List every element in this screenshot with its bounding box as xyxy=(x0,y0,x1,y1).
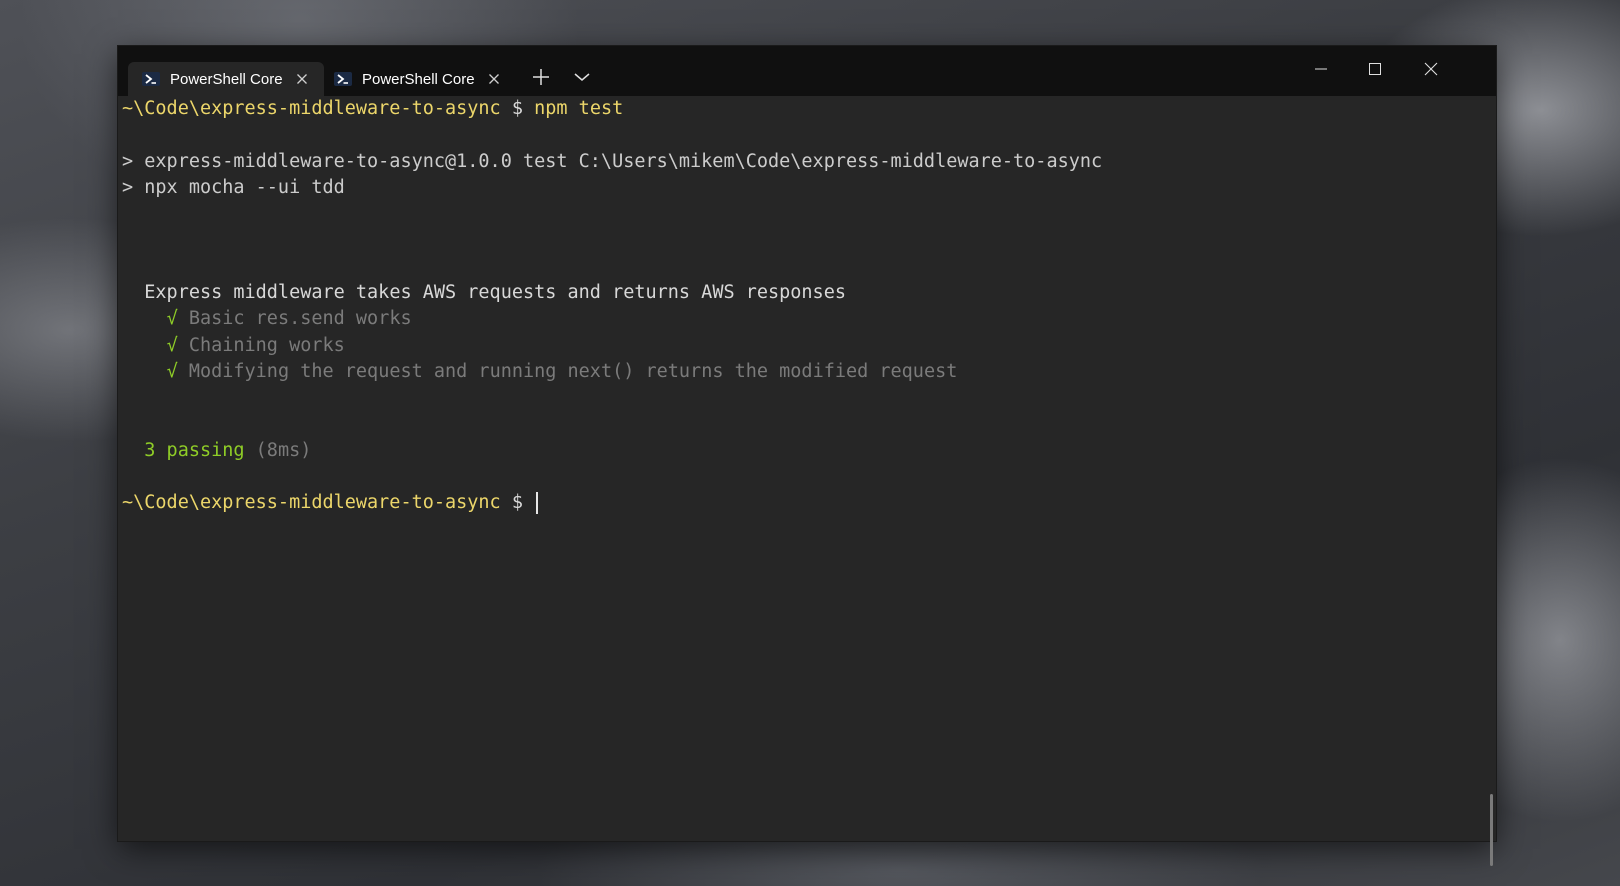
test-result: √ Chaining works xyxy=(166,334,345,356)
terminal-window: PowerShell Core PowerShell Core ~\Code\e… xyxy=(118,46,1496,866)
command-text: npm test xyxy=(534,98,624,119)
chevron-down-icon[interactable] xyxy=(569,64,595,90)
text-cursor xyxy=(536,492,539,515)
check-icon: √ xyxy=(166,360,178,382)
tab-powershell-1[interactable]: PowerShell Core xyxy=(128,62,324,96)
title-bar: PowerShell Core PowerShell Core xyxy=(118,46,1496,96)
maximize-button[interactable] xyxy=(1352,54,1398,88)
tab-close-icon[interactable] xyxy=(294,71,310,87)
duration: (8ms) xyxy=(255,439,312,461)
prompt-path: ~\Code\express-middleware-to-async xyxy=(122,492,501,514)
suite-title: Express middleware takes AWS requests an… xyxy=(144,282,846,304)
tab-close-icon[interactable] xyxy=(486,71,502,87)
check-icon: √ xyxy=(166,334,178,356)
tab-powershell-2[interactable]: PowerShell Core xyxy=(320,62,516,96)
test-result: √ Modifying the request and running next… xyxy=(166,360,958,382)
tab-label: PowerShell Core xyxy=(362,70,475,88)
minimize-icon xyxy=(1313,61,1329,82)
passing-summary: 3 passing (8ms) xyxy=(122,438,1496,464)
prompt-symbol: $ xyxy=(511,492,523,514)
check-icon: √ xyxy=(166,308,178,330)
close-button[interactable] xyxy=(1408,54,1454,88)
powershell-icon xyxy=(334,70,352,88)
plus-icon[interactable] xyxy=(528,64,554,90)
maximize-icon xyxy=(1367,61,1383,82)
passing-count: 3 passing xyxy=(144,439,245,461)
script-line: > express-middleware-to-async@1.0.0 test… xyxy=(122,150,1103,172)
prompt-path: ~\Code\express-middleware-to-async xyxy=(122,98,501,119)
tab-label: PowerShell Core xyxy=(170,70,283,88)
powershell-icon xyxy=(142,70,160,88)
prompt-symbol: $ xyxy=(511,98,523,119)
minimize-button[interactable] xyxy=(1298,54,1344,88)
prompt-line: ~\Code\express-middleware-to-async $ npm… xyxy=(122,96,1496,122)
close-icon xyxy=(1423,61,1439,82)
prompt-line: ~\Code\express-middleware-to-async $ xyxy=(122,490,1496,516)
test-result: √ Basic res.send works xyxy=(166,308,412,330)
scrollbar[interactable] xyxy=(1490,794,1493,866)
terminal-output[interactable]: ~\Code\express-middleware-to-async $ npm… xyxy=(118,96,1496,866)
script-line: > npx mocha --ui tdd xyxy=(122,176,345,198)
